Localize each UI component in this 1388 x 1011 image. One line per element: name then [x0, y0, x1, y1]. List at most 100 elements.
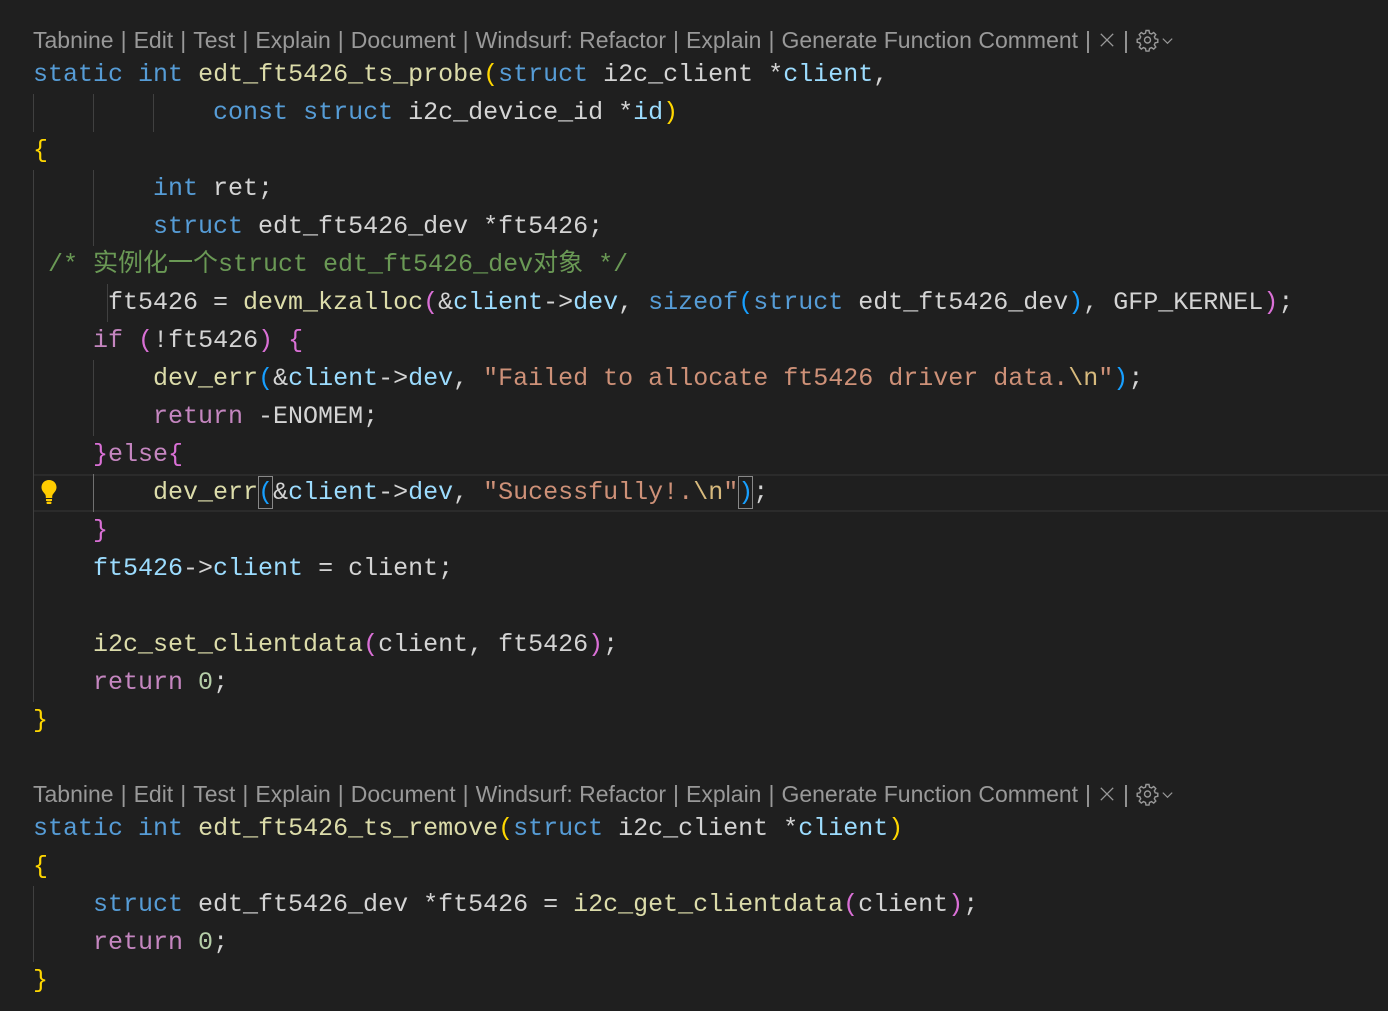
code-token: edt_ft5426_dev *ft5426 = [183, 890, 574, 919]
code-line[interactable]: } [33, 962, 1388, 1000]
bracket-token: ( [258, 364, 274, 393]
bracket-token: ) [738, 478, 754, 507]
bracket-token: ( [258, 478, 274, 507]
bracket-token: ( [843, 890, 859, 919]
codelens-separator: | [1123, 780, 1130, 807]
code-line[interactable]: } [33, 512, 1388, 550]
code-line[interactable] [33, 740, 1388, 778]
function-name-token: edt_ft5426_ts_probe [198, 60, 484, 89]
code-token: ; [213, 668, 229, 697]
variable-token: id [633, 98, 664, 127]
codelens-action-edit[interactable]: Edit [134, 781, 174, 808]
codelens-action-explain[interactable]: Explain [255, 781, 330, 808]
code-token: , [873, 60, 889, 89]
current-code-line[interactable]: dev_err(&client->dev, "Sucessfully!.\n")… [33, 474, 1388, 512]
gear-icon[interactable] [1136, 782, 1160, 806]
keyword-token: sizeof [648, 288, 739, 317]
codelens-action-generate-function-comment[interactable]: Generate Function Comment [781, 781, 1078, 808]
code-line[interactable]: int ret; [33, 170, 1388, 208]
code-line[interactable]: return -ENOMEM; [33, 398, 1388, 436]
keyword-token: struct [303, 98, 394, 127]
code-line[interactable]: i2c_set_clientdata(client, ft5426); [33, 626, 1388, 664]
keyword-token: struct [153, 212, 244, 241]
code-token: , [453, 478, 484, 507]
string-literal-token: " [1098, 364, 1114, 393]
variable-token: client [783, 60, 874, 89]
keyword-token: static [33, 60, 124, 89]
codelens-action-edit[interactable]: Edit [134, 27, 174, 54]
codelens-action-document[interactable]: Document [351, 27, 456, 54]
code-token: & [438, 288, 454, 317]
variable-token: client [798, 814, 889, 843]
close-icon[interactable] [1098, 785, 1116, 803]
chevron-down-icon[interactable] [1160, 787, 1175, 802]
code-line[interactable]: struct edt_ft5426_dev *ft5426; [33, 208, 1388, 246]
escape-sequence-token: \n [1068, 364, 1099, 393]
code-line[interactable]: return 0; [33, 924, 1388, 962]
variable-token: ft5426 [93, 554, 184, 583]
code-line[interactable]: { [33, 848, 1388, 886]
code-line[interactable]: { [33, 132, 1388, 170]
codelens-action-test[interactable]: Test [193, 781, 235, 808]
codelens-action-tabnine[interactable]: Tabnine [33, 781, 114, 808]
control-keyword-token: else [108, 440, 169, 469]
codelens-action-windsurf-refactor[interactable]: Windsurf: Refactor [476, 781, 666, 808]
keyword-token: static [33, 814, 124, 843]
code-line[interactable]: /* 实例化一个struct edt_ft5426_dev对象 */ [33, 246, 1388, 284]
code-line[interactable]: const struct i2c_device_id *id) [33, 94, 1388, 132]
bracket-token: ( [498, 814, 514, 843]
control-keyword-token: if [93, 326, 124, 355]
bracket-token: } [33, 966, 49, 995]
code-editor[interactable]: Tabnine | Edit | Test | Explain | Document | Winds… [0, 0, 1388, 1011]
codelens-separator: | [180, 780, 187, 807]
control-keyword-token: return [153, 402, 244, 431]
code-line[interactable]: if (!ft5426) { [33, 322, 1388, 360]
codelens-action-explain[interactable]: Explain [255, 27, 330, 54]
code-line[interactable]: }else{ [33, 436, 1388, 474]
code-line[interactable] [33, 588, 1388, 626]
codelens-action-explain[interactable]: Explain [686, 27, 761, 54]
code-line[interactable]: return 0; [33, 664, 1388, 702]
code-token: ; [1278, 288, 1294, 317]
codelens-action-document[interactable]: Document [351, 781, 456, 808]
code-token: i2c_client * [588, 60, 784, 89]
gear-icon[interactable] [1136, 28, 1160, 52]
code-line[interactable]: ft5426->client = client; [33, 550, 1388, 588]
code-token: -> [543, 288, 574, 317]
function-name-token: dev_err [153, 364, 259, 393]
code-token: -> [183, 554, 214, 583]
codelens-separator: | [1085, 780, 1092, 807]
keyword-token: struct [93, 890, 184, 919]
bracket-token: { [168, 440, 184, 469]
code-line[interactable]: ft5426 = devm_kzalloc(&client->dev, size… [33, 284, 1388, 322]
bracket-token: ( [423, 288, 439, 317]
codelens-action-generate-function-comment[interactable]: Generate Function Comment [781, 27, 1078, 54]
function-name-token: dev_err [153, 478, 259, 507]
codelens-separator: | [462, 26, 469, 53]
code-line[interactable]: static int edt_ft5426_ts_remove(struct i… [33, 810, 1388, 848]
bracket-token: ( [138, 326, 154, 355]
code-line[interactable]: } [33, 702, 1388, 740]
close-icon[interactable] [1098, 31, 1116, 49]
code-line[interactable]: dev_err(&client->dev, "Failed to allocat… [33, 360, 1388, 398]
keyword-token: struct [753, 288, 844, 317]
code-token: i2c_device_id * [393, 98, 634, 127]
codelens-separator: | [337, 26, 344, 53]
chevron-down-icon[interactable] [1160, 33, 1175, 48]
codelens-action-tabnine[interactable]: Tabnine [33, 27, 114, 54]
code-line[interactable]: struct edt_ft5426_dev *ft5426 = i2c_get_… [33, 886, 1388, 924]
codelens-action-test[interactable]: Test [193, 27, 235, 54]
codelens-action-explain[interactable]: Explain [686, 781, 761, 808]
code-line[interactable]: static int edt_ft5426_ts_probe(struct i2… [33, 56, 1388, 94]
codelens-action-windsurf-refactor[interactable]: Windsurf: Refactor [476, 27, 666, 54]
lightbulb-icon[interactable] [40, 479, 58, 505]
